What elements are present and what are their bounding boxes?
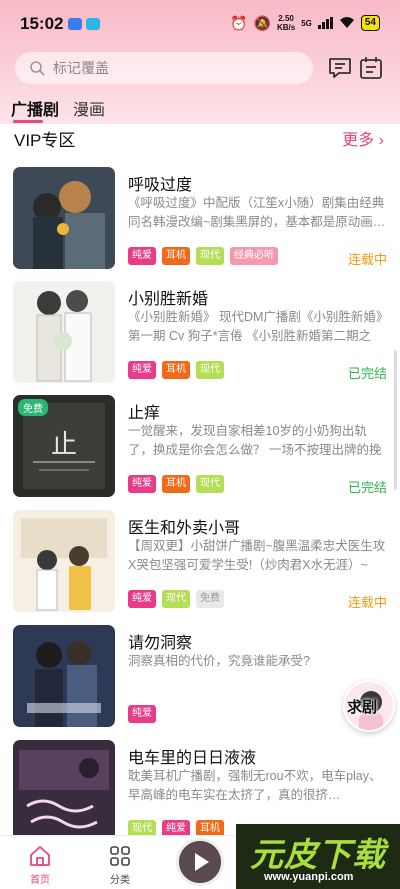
- tag: 纯爱: [128, 705, 156, 723]
- search-input[interactable]: [53, 60, 293, 76]
- wifi-icon: [339, 16, 355, 31]
- tag-list: 纯爱 耳机 现代: [128, 475, 224, 493]
- search-bar[interactable]: [15, 52, 313, 84]
- mute-icon: 🔕: [253, 15, 271, 31]
- status-label: 连载中: [347, 252, 387, 267]
- message-icon: [329, 58, 351, 78]
- tag-list: 纯爱: [128, 705, 156, 723]
- tag: 免费: [196, 590, 224, 608]
- item-title: 呼吸过度: [128, 177, 193, 194]
- status-right: ⏰ 🔕 2.50 KB/s 5G 54: [230, 13, 380, 33]
- item-description: 耽美耳机广播剧，强制无rou不欢，电车play、早高峰的电车实在太挤了，真的很挤…: [128, 769, 382, 802]
- chevron-right-icon: ›: [378, 132, 384, 149]
- status-time: 15:02: [20, 14, 64, 33]
- tag: 现代: [162, 590, 190, 608]
- tag: 纯爱: [128, 361, 156, 379]
- signal-icon: [317, 17, 333, 29]
- cover-image: [13, 510, 115, 612]
- cover-image: [13, 281, 115, 383]
- watermark: 元皮下载 www.yuanpi.com: [236, 824, 400, 889]
- vip-section-header: VIP专区 更多 ›: [14, 126, 386, 150]
- item-title: 电车里的日日液液: [128, 750, 257, 767]
- list-item[interactable]: 小别胜新婚 《小别胜新婚》 现代DM广播剧《小别胜新婚》第一期 Cv 狗子*言倦…: [13, 281, 387, 385]
- tab-comics[interactable]: 漫画: [73, 96, 105, 120]
- list-item[interactable]: 呼吸过度 《呼吸过度》中配版（江笙x小随）剧集由经典同名韩漫改编~剧集黑屏的，基…: [13, 167, 387, 271]
- more-link[interactable]: 更多 ›: [342, 126, 384, 150]
- tag-list: 纯爱 耳机 现代 经典必听: [128, 247, 278, 265]
- battery-icon: 54: [360, 15, 380, 31]
- free-badge: 免费: [18, 399, 48, 416]
- message-button[interactable]: [327, 55, 353, 81]
- tag: 纯爱: [128, 590, 156, 608]
- tag: 耳机: [162, 475, 190, 493]
- status-bar: 15:02 ⏰ 🔕 2.50 KB/s 5G 54: [0, 0, 400, 46]
- svg-text:止: 止: [51, 430, 77, 460]
- nav-category-label: 分类: [110, 875, 130, 886]
- alarm-icon: ⏰: [230, 15, 248, 31]
- grid-icon: [110, 846, 130, 866]
- tag: 经典必听: [230, 247, 278, 265]
- item-description: 《小别胜新婚》 现代DM广播剧《小别胜新婚》第一期 Cv 狗子*言倦 《小别胜新…: [128, 310, 383, 343]
- item-title: 请勿洞察: [128, 635, 193, 652]
- item-title: 小别胜新婚: [128, 291, 209, 308]
- cover-image: [13, 167, 115, 269]
- list-item[interactable]: 医生和外卖小哥 【周双更】小甜饼广播剧~腹黑温柔忠犬医生攻X哭包坚强可爱学生受!…: [13, 510, 387, 614]
- home-icon: [30, 846, 50, 866]
- net-speed: 2.50 KB/s: [277, 14, 295, 32]
- item-title: 医生和外卖小哥: [128, 520, 241, 537]
- nav-home[interactable]: 首页: [10, 844, 70, 886]
- list-item[interactable]: 请勿洞察 洞察真相的代价，究竟谁能承受? 纯爱: [13, 625, 387, 729]
- search-icon: [30, 61, 45, 76]
- tag-list: 纯爱 现代 免费: [128, 590, 224, 608]
- watermark-text: 元皮下载: [250, 836, 386, 873]
- status-label: 已完结: [347, 480, 387, 495]
- tag: 现代: [196, 475, 224, 493]
- tag: 耳机: [162, 361, 190, 379]
- status-label: 已完结: [347, 366, 387, 381]
- status-label: 连载中: [347, 595, 387, 610]
- item-title: 止痒: [128, 405, 161, 422]
- app-notification-icon-2: [86, 18, 100, 30]
- net-speed-value: 2.50: [278, 14, 294, 23]
- request-drama-label: 求剧: [347, 699, 378, 716]
- item-description: 洞察真相的代价，究竟谁能承受?: [128, 654, 310, 668]
- tab-active-indicator: [13, 120, 43, 123]
- watermark-url: www.yuanpi.com: [264, 871, 354, 883]
- cover-image: [13, 740, 115, 842]
- tag: 现代: [196, 247, 224, 265]
- net-speed-unit: KB/s: [276, 23, 296, 32]
- section-title: VIP专区: [14, 131, 76, 150]
- item-description: 《呼吸过度》中配版（江笙x小随）剧集由经典同名韩漫改编~剧集黑屏的，基本都是原动…: [128, 196, 386, 229]
- signal-label: 5G: [301, 18, 312, 28]
- item-description: 【周双更】小甜饼广播剧~腹黑温柔忠犬医生攻X哭包坚强可爱学生受!（炒肉君X水无涯…: [128, 539, 386, 572]
- list-item[interactable]: 止 免费 止痒 一觉醒来，发现自家相差10岁的小奶狗出轨了，换成是你会怎么做？ …: [13, 395, 387, 499]
- scrollbar[interactable]: [394, 350, 397, 490]
- tab-radio-drama[interactable]: 广播剧: [11, 96, 59, 120]
- calendar-button[interactable]: [358, 55, 384, 81]
- tag-list: 纯爱 耳机 现代: [128, 361, 224, 379]
- tag: 现代: [196, 361, 224, 379]
- tag: 纯爱: [128, 247, 156, 265]
- cover-image: [13, 625, 115, 727]
- tag: 纯爱: [128, 475, 156, 493]
- item-description: 一觉醒来，发现自家相差10岁的小奶狗出轨了，换成是你会怎么做？ 一场不按理出牌的…: [128, 424, 382, 457]
- more-label: 更多: [342, 132, 375, 149]
- category-tabs: 广播剧 漫画: [0, 94, 400, 124]
- play-icon: [179, 841, 221, 883]
- mini-player-button[interactable]: [176, 838, 224, 886]
- nav-home-label: 首页: [30, 875, 50, 886]
- app-notification-icon: [68, 18, 82, 30]
- nav-category[interactable]: 分类: [90, 844, 150, 886]
- tag: 耳机: [162, 247, 190, 265]
- calendar-icon: [360, 57, 382, 79]
